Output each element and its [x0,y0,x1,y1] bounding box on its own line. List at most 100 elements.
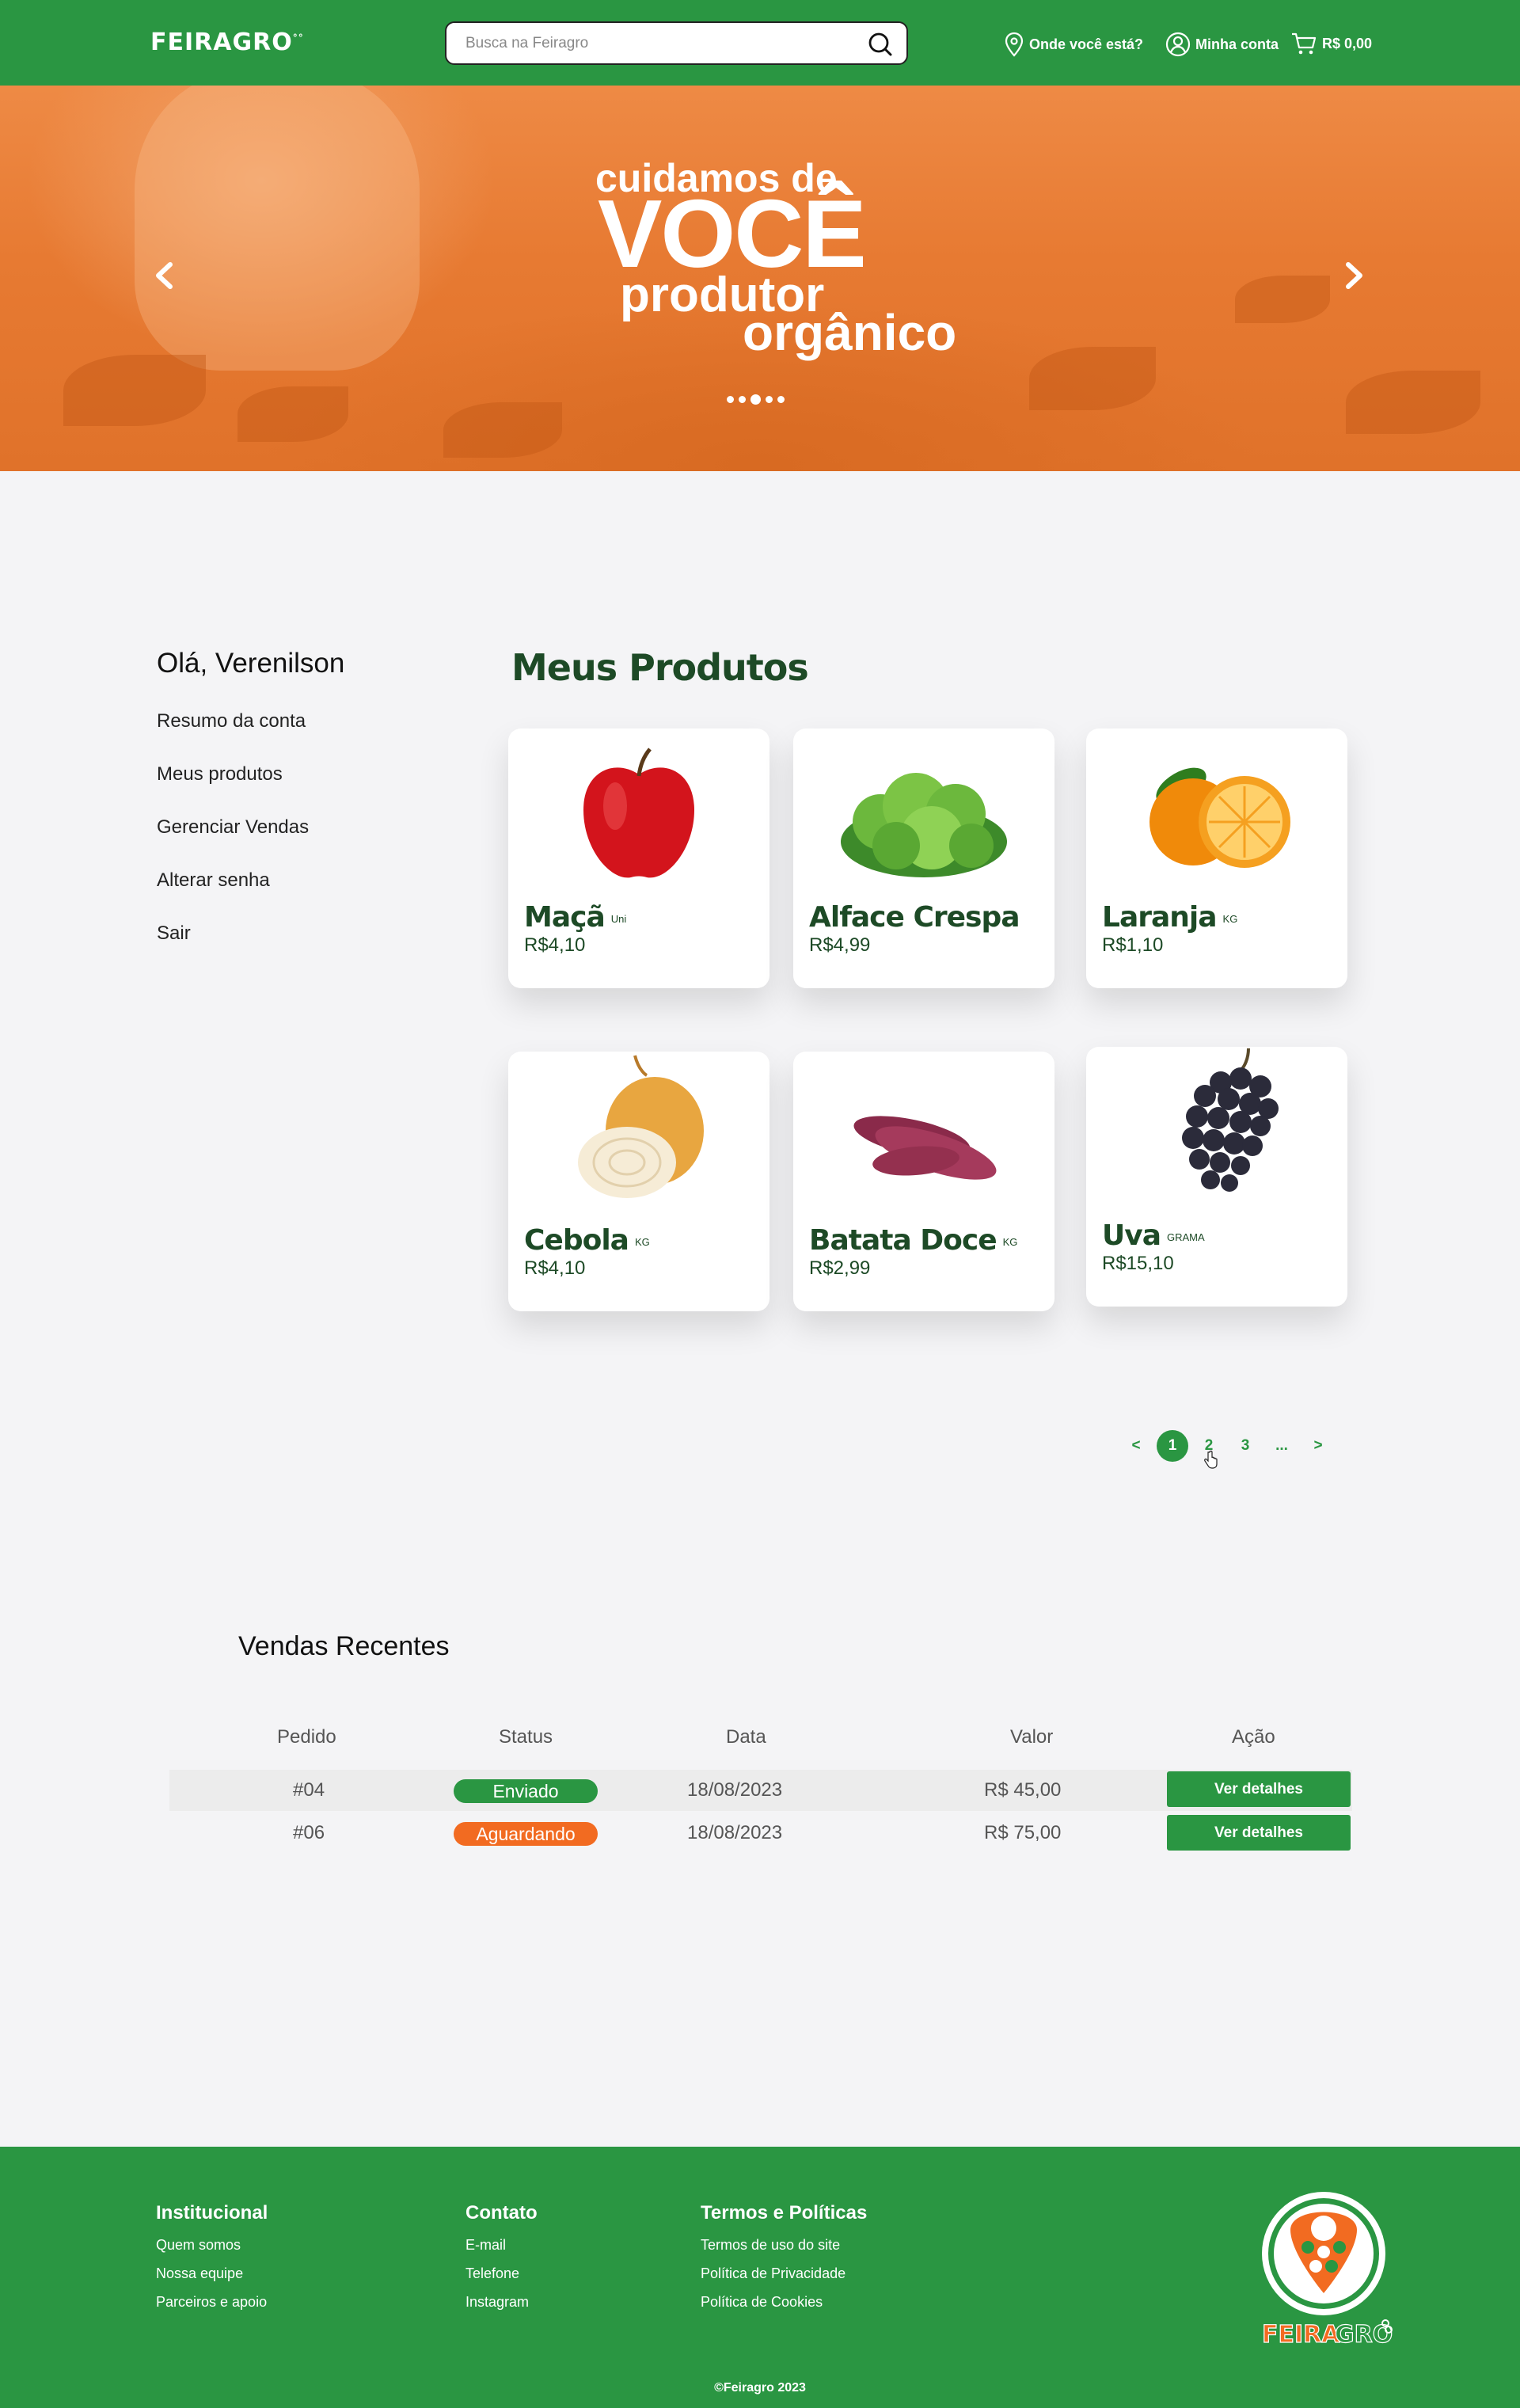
location-link[interactable]: Onde você está? [1004,32,1143,57]
order-value: R$ 75,00 [984,1822,1062,1843]
footer-institucional-title: Institucional [156,2202,268,2224]
product-unit: KG [1222,912,1238,925]
sidebar-item-account-summary[interactable]: Resumo da conta [157,710,306,732]
carousel-dot-active[interactable] [750,394,761,405]
cart-icon [1292,32,1317,55]
next-slide-arrow-icon[interactable] [1338,260,1370,291]
product-unit: KG [1002,1235,1018,1248]
pagination-ellipsis: ... [1275,1437,1288,1454]
sidebar-item-change-password[interactable]: Alterar senha [157,869,270,892]
footer-terms-title: Termos e Políticas [701,2202,868,2224]
lettuce-image [841,773,1007,877]
footer-logo-badge-icon[interactable]: FEIRA GRO [1259,2190,1393,2349]
svg-text:GRO: GRO [1335,2321,1393,2349]
order-id: #04 [293,1779,325,1801]
carousel-dots [727,394,785,405]
leaf-shape [1235,276,1330,323]
footer-link-about[interactable]: Quem somos [156,2237,241,2254]
view-details-button[interactable]: Ver detalhes [1167,1771,1351,1807]
footer-link-team[interactable]: Nossa equipe [156,2265,243,2282]
pagination-page-3[interactable]: 3 [1229,1430,1261,1462]
product-unit: Uni [610,912,627,925]
product-name: Maçã Uni [524,901,627,934]
sidebar-item-logout[interactable]: Sair [157,922,191,945]
account-label: Minha conta [1195,36,1279,52]
footer-contact-title: Contato [466,2202,538,2224]
status-badge: Enviado [454,1779,598,1803]
hand-cursor-icon [1204,1451,1218,1469]
cart-link[interactable]: R$ 0,00 [1290,32,1372,55]
product-unit: GRAMA [1167,1231,1205,1243]
orange-image [1150,767,1290,868]
order-date: 18/08/2023 [687,1822,783,1843]
sweet-potato-image [853,1116,997,1180]
product-card[interactable]: Cebola KG R$4,10 [508,1052,770,1311]
top-header: FEIRAGRO°° Onde você está? Minha conta R… [0,0,1520,86]
leaf-shape [1346,371,1480,434]
product-name: Batata Doce KG [809,1224,1018,1257]
product-price: R$15,10 [1102,1253,1174,1274]
pagination-prev[interactable]: < [1120,1430,1152,1462]
sidebar-item-manage-sales[interactable]: Gerenciar Vendas [157,816,309,839]
grape-image [1182,1048,1279,1192]
leaf-shape [1029,347,1156,410]
carousel-dot[interactable] [727,396,734,403]
product-card[interactable]: Alface Crespa R$4,99 [793,728,1054,988]
apple-image [583,748,694,878]
product-name: Alface Crespa [809,901,1020,934]
pagination-page-1[interactable]: 1 [1157,1430,1188,1462]
search-bar[interactable] [445,21,908,65]
recent-sales-title: Vendas Recentes [238,1631,450,1661]
footer-link-phone[interactable]: Telefone [466,2265,519,2282]
search-input[interactable] [466,32,846,55]
account-link[interactable]: Minha conta [1165,32,1279,57]
column-header-status: Status [499,1726,553,1748]
footer-link-instagram[interactable]: Instagram [466,2294,529,2311]
cart-total: R$ 0,00 [1322,35,1373,51]
product-unit: KG [634,1235,650,1248]
product-price: R$4,99 [809,934,871,956]
column-header-date: Data [726,1726,766,1748]
carousel-dot[interactable] [777,396,785,403]
order-id: #06 [293,1822,325,1843]
search-icon[interactable] [867,31,892,56]
footer-link-email[interactable]: E-mail [466,2237,506,2254]
product-card[interactable]: Uva GRAMA R$15,10 [1086,1047,1347,1307]
footer-link-partners[interactable]: Parceiros e apoio [156,2294,267,2311]
hero-line-4: orgânico [743,304,957,361]
product-card[interactable]: Maçã Uni R$4,10 [508,728,770,988]
product-price: R$4,10 [524,1257,586,1279]
product-name: Uva GRAMA [1102,1219,1205,1252]
leaf-shape [63,355,206,426]
location-pin-icon [1005,32,1024,57]
sidebar-item-my-products[interactable]: Meus produtos [157,763,283,786]
header-logo[interactable]: FEIRAGRO°° [150,29,304,56]
hero-banner: cuidamos de VOCÊ produtor orgânico [0,86,1520,471]
product-card[interactable]: Laranja KG R$1,10 [1086,728,1347,988]
onion-image [578,1055,704,1198]
order-value: R$ 45,00 [984,1779,1062,1801]
carousel-dot[interactable] [766,396,773,403]
user-greeting: Olá, Verenilson [157,648,345,679]
location-label: Onde você está? [1029,36,1144,52]
column-header-value: Valor [1010,1726,1054,1748]
footer-link-privacy[interactable]: Política de Privacidade [701,2265,846,2282]
user-icon [1165,32,1191,57]
product-price: R$4,10 [524,934,586,956]
svg-text:FEIRA: FEIRA [1262,2321,1340,2349]
prev-slide-arrow-icon[interactable] [149,260,180,291]
order-date: 18/08/2023 [687,1779,783,1801]
footer-link-terms-of-use[interactable]: Termos de uso do site [701,2237,840,2254]
pagination-next[interactable]: > [1302,1430,1334,1462]
carousel-dot[interactable] [739,396,746,403]
product-price: R$2,99 [809,1257,871,1279]
footer: Institucional Quem somos Nossa equipe Pa… [0,2147,1520,2408]
leaf-shape [443,402,562,458]
farmer-figure [135,86,420,371]
product-name: Cebola KG [524,1224,650,1257]
footer-link-cookies[interactable]: Política de Cookies [701,2294,823,2311]
product-name: Laranja KG [1102,901,1238,934]
view-details-button[interactable]: Ver detalhes [1167,1815,1351,1851]
product-price: R$1,10 [1102,934,1164,956]
product-card[interactable]: Batata Doce KG R$2,99 [793,1052,1054,1311]
